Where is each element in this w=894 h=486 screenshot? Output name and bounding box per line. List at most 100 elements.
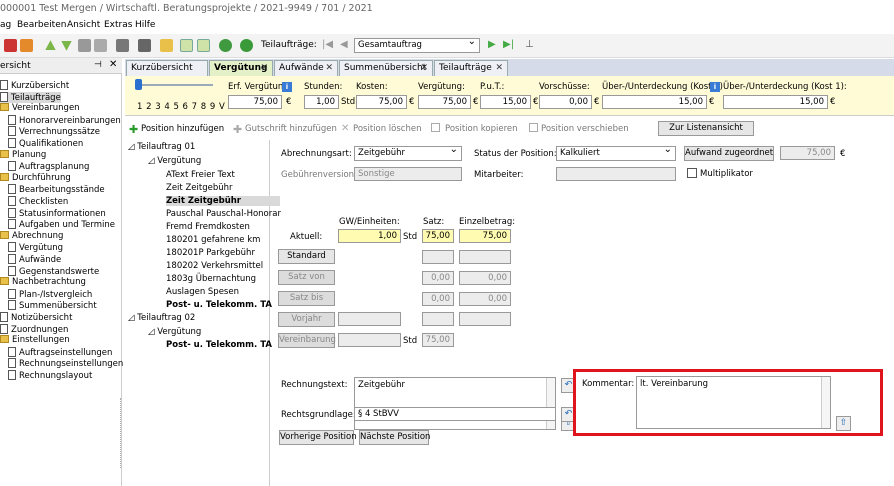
expand-icon[interactable]: ◿ xyxy=(128,142,137,152)
nav-item[interactable]: Einstellungen xyxy=(0,335,70,345)
close-tab-icon[interactable]: ✕ xyxy=(495,63,503,73)
vorjahr-button[interactable]: Vorjahr xyxy=(278,312,335,327)
nav-item[interactable]: Verrechnungssätze xyxy=(8,126,100,137)
level-slider-track[interactable] xyxy=(137,84,213,86)
info-icon[interactable]: i xyxy=(282,82,292,92)
down-arrow-icon[interactable] xyxy=(61,40,72,51)
move-position-button[interactable]: Position verschieben xyxy=(541,124,629,134)
nav-item[interactable]: Aufwände xyxy=(8,254,61,265)
first-record-icon[interactable]: |◀ xyxy=(322,39,333,50)
satz-bis-button[interactable]: Satz bis xyxy=(278,291,335,306)
filter-icon[interactable] xyxy=(180,39,193,52)
position-item[interactable]: Post- u. Telekomm. TA xyxy=(166,300,272,310)
scrollbar[interactable] xyxy=(546,378,555,429)
nav-item[interactable]: Rechnungslayout xyxy=(8,370,92,381)
nav-item[interactable]: Kurzübersicht xyxy=(0,80,69,91)
position-item[interactable]: AText Freier Text xyxy=(166,170,235,180)
position-item[interactable]: 1803g Übernachtung xyxy=(166,274,256,284)
grid-icon[interactable] xyxy=(78,39,91,52)
expand-icon[interactable]: ◿ xyxy=(128,313,137,323)
standard-button[interactable]: Standard xyxy=(278,249,335,264)
nav-item[interactable]: Abrechnung xyxy=(0,230,63,241)
nav-item[interactable]: Plan-/Istvergleich xyxy=(8,288,92,300)
abrechnungsart-select[interactable]: Zeitgebühr xyxy=(354,144,462,161)
status-select[interactable]: Kalkuliert xyxy=(556,144,676,161)
nav-item[interactable]: Durchführung xyxy=(0,172,71,183)
position-item[interactable]: Zeit Zeitgebühr xyxy=(166,183,233,193)
nav-item[interactable]: Auftragsplanung xyxy=(8,161,89,172)
rechnungstext-textarea[interactable]: Zeitgebühr xyxy=(354,377,556,430)
position-item[interactable]: 180201 gefahrene km xyxy=(166,235,260,245)
pin-icon[interactable]: ⊥ xyxy=(525,39,534,50)
nav-item[interactable]: Nachbetrachtung xyxy=(0,277,86,287)
aktuell-einzel-field[interactable]: 75,00 xyxy=(459,229,511,243)
verguetung-node[interactable]: ◿ Vergütung xyxy=(148,156,201,166)
pin-icon[interactable]: ⊣ xyxy=(94,60,102,70)
copy-icon[interactable] xyxy=(116,39,129,52)
delete-position-button[interactable]: Position löschen xyxy=(353,124,421,134)
expand-icon[interactable]: ◿ xyxy=(148,327,157,337)
teilauftrag-node[interactable]: ◿ Teilauftrag 01 xyxy=(128,142,195,152)
previous-position-button[interactable]: Vorherige Position xyxy=(279,430,357,445)
nav-item[interactable]: Auftragseinstellungen xyxy=(8,346,112,358)
nav-item[interactable]: Notizübersicht xyxy=(0,312,72,323)
undo-icon[interactable] xyxy=(20,39,33,52)
info-icon[interactable]: i xyxy=(710,82,720,92)
close-icon[interactable]: ✕ xyxy=(109,59,117,70)
tab-teilauftraege[interactable]: Teilaufträge ✕ xyxy=(434,60,508,76)
vereinbarung-button[interactable]: Vereinbarung xyxy=(278,333,336,348)
aktuell-gw-field[interactable]: 1,00 xyxy=(338,229,401,243)
up-arrow-icon[interactable] xyxy=(45,40,56,51)
nav-item[interactable]: Checklisten xyxy=(8,196,68,207)
nav-item[interactable]: Vergütung xyxy=(8,242,63,253)
position-item[interactable]: 180201P Parkgebühr xyxy=(166,248,255,258)
list-view-button[interactable]: Zur Listenansicht xyxy=(658,121,754,136)
level-slider-thumb[interactable] xyxy=(135,79,142,90)
copy-position-button[interactable]: Position kopieren xyxy=(445,124,518,134)
next-position-button[interactable]: Nächste Position xyxy=(359,430,430,445)
nav-item[interactable]: Statusinformationen xyxy=(8,207,106,219)
nav-item[interactable]: Honorarvereinbarungen xyxy=(8,114,121,126)
tab-kurzuebersicht[interactable]: Kurzübersicht xyxy=(126,60,208,76)
menu-item-help[interactable]: Hilfe xyxy=(135,20,155,30)
aufwand-zugeordnet-button[interactable]: Aufwand zugeordnet xyxy=(684,146,774,161)
next-record-icon[interactable]: ▶ xyxy=(488,39,496,50)
splitter[interactable] xyxy=(120,398,122,468)
nav-item[interactable]: Rechnungseinstellungen xyxy=(8,358,123,369)
nav-item[interactable]: Aufgaben und Termine xyxy=(8,219,115,230)
position-item[interactable]: Auslagen Spesen xyxy=(166,287,239,297)
verguetung-node[interactable]: ◿ Vergütung xyxy=(148,327,201,337)
nav-item[interactable]: Bearbeitungsstände xyxy=(8,184,105,195)
nav-item[interactable]: Zuordnungen xyxy=(0,323,68,335)
help-icon[interactable] xyxy=(240,39,253,52)
nav-item[interactable]: Summenübersicht xyxy=(8,300,97,311)
last-record-icon[interactable]: ▶| xyxy=(503,39,514,50)
nav-item[interactable]: Planung xyxy=(0,149,46,160)
tab-aufwaende[interactable]: Aufwände ✕ xyxy=(274,60,338,76)
aktuell-satz-field[interactable]: 75,00 xyxy=(422,229,454,243)
position-item[interactable]: Pauschal Pauschal-Honorar xyxy=(166,209,281,219)
folder-icon[interactable] xyxy=(160,39,173,52)
menu-item-edit[interactable]: Bearbeiten xyxy=(17,20,66,30)
print-icon[interactable] xyxy=(138,39,151,52)
nav-item[interactable]: Gegenstandswerte xyxy=(8,265,99,277)
tab-summenuebersicht[interactable]: Summenübersicht ✕ xyxy=(339,60,433,76)
position-item[interactable]: 180202 Verkehrsmittel xyxy=(166,261,263,271)
menu-item-extras[interactable]: Extras xyxy=(104,20,132,30)
position-item[interactable]: Post- u. Telekomm. TA xyxy=(166,340,272,350)
nav-item[interactable]: Vereinbarungen xyxy=(0,103,80,113)
refresh-icon[interactable] xyxy=(219,39,232,52)
close-tab-icon[interactable]: ✕ xyxy=(420,63,428,73)
rechtsgrundlage-field[interactable]: § 4 StBVV xyxy=(354,407,556,421)
close-tab-icon[interactable]: ✕ xyxy=(325,63,333,73)
position-item[interactable]: Zeit Zeitgebühr xyxy=(166,196,280,206)
save-icon[interactable] xyxy=(4,39,17,52)
menu-item-file[interactable]: ag xyxy=(0,20,11,30)
nav-item[interactable]: Teilaufträge xyxy=(0,91,61,103)
menu-item-view[interactable]: Ansicht xyxy=(67,20,100,30)
table-icon[interactable] xyxy=(94,39,107,52)
multiplikator-checkbox[interactable] xyxy=(687,168,697,178)
prev-record-icon[interactable]: ◀ xyxy=(340,39,348,50)
satz-von-button[interactable]: Satz von xyxy=(278,270,335,285)
expand-icon[interactable]: ◿ xyxy=(148,156,157,166)
